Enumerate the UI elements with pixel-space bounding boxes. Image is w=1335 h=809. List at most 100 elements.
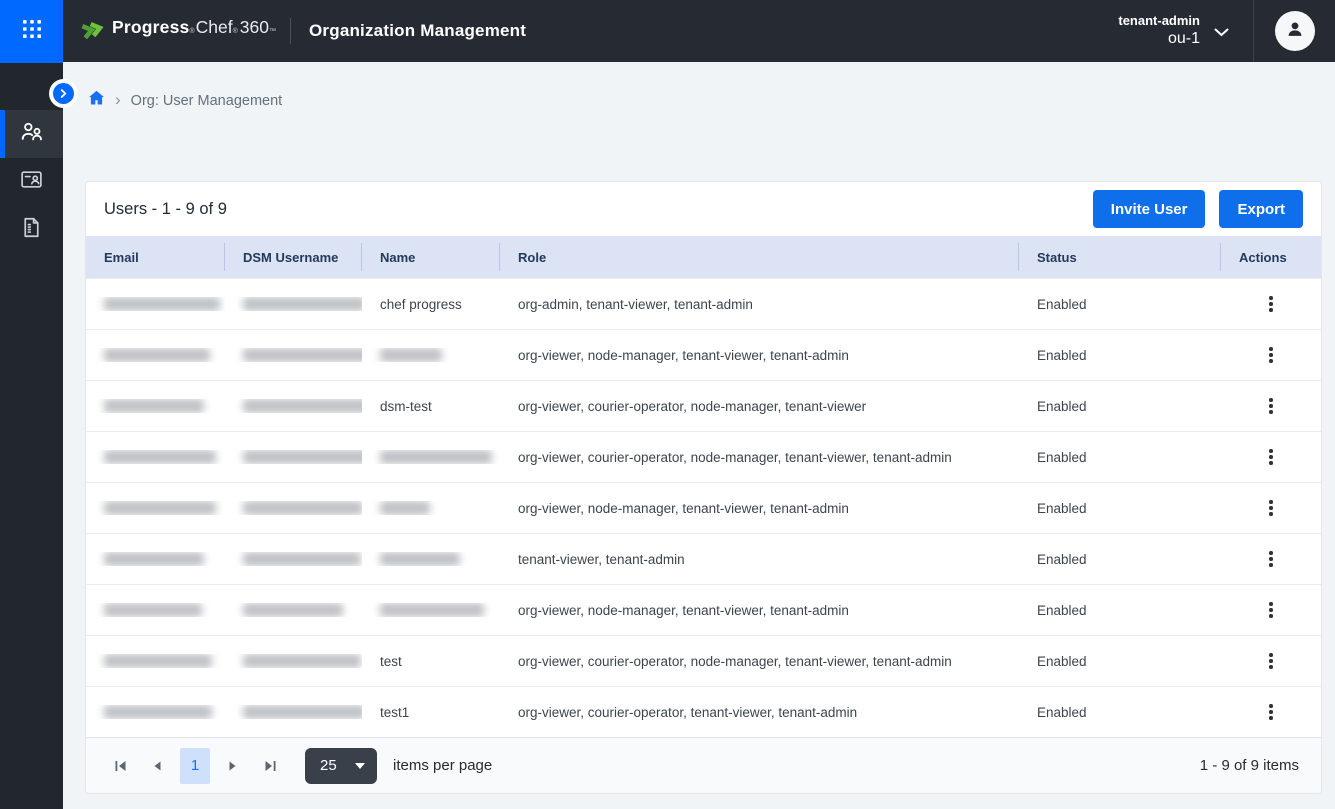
invite-user-button[interactable]: Invite User bbox=[1093, 190, 1206, 228]
breadcrumb: › Org: User Management bbox=[63, 62, 1335, 111]
previous-page-button[interactable] bbox=[143, 752, 171, 780]
caret-down-icon bbox=[355, 763, 365, 769]
table-row: dsm-test org-viewer, courier-operator, n… bbox=[86, 380, 1321, 431]
top-bar: Progress®Chef®360™ Organization Manageme… bbox=[0, 0, 1335, 62]
cell-role: org-viewer, node-manager, tenant-viewer,… bbox=[500, 348, 1019, 363]
redacted-dsm-username bbox=[243, 705, 362, 719]
cell-role: org-viewer, node-manager, tenant-viewer,… bbox=[500, 603, 1019, 618]
reg-mark: ® bbox=[189, 28, 194, 35]
table-row: org-viewer, node-manager, tenant-viewer,… bbox=[86, 584, 1321, 635]
document-icon bbox=[19, 215, 44, 245]
redacted-email bbox=[104, 603, 202, 617]
redacted-email bbox=[104, 297, 220, 311]
tenant-role-label: tenant-admin bbox=[1118, 13, 1200, 29]
row-actions-kebab-icon[interactable] bbox=[1259, 341, 1283, 369]
redacted-email bbox=[104, 552, 204, 566]
cell-status: Enabled bbox=[1019, 552, 1221, 567]
sidebar-item-roles[interactable] bbox=[0, 158, 63, 206]
cell-status: Enabled bbox=[1019, 399, 1221, 414]
cell-role: org-viewer, node-manager, tenant-viewer,… bbox=[500, 501, 1019, 516]
row-actions-kebab-icon[interactable] bbox=[1259, 494, 1283, 522]
page-number-button[interactable]: 1 bbox=[180, 748, 210, 784]
column-header-dsm-username: DSM Username bbox=[225, 236, 362, 278]
export-button[interactable]: Export bbox=[1219, 190, 1303, 228]
next-page-button[interactable] bbox=[219, 752, 247, 780]
org-unit-label: ou-1 bbox=[1118, 29, 1200, 49]
column-header-email: Email bbox=[86, 236, 225, 278]
table-row: test org-viewer, courier-operator, node-… bbox=[86, 635, 1321, 686]
table-row: org-viewer, courier-operator, node-manag… bbox=[86, 431, 1321, 482]
cell-role: org-viewer, courier-operator, node-manag… bbox=[500, 450, 1019, 465]
page-size-select[interactable]: 25 bbox=[305, 748, 377, 784]
items-per-page-label: items per page bbox=[393, 757, 492, 774]
cell-role: org-viewer, courier-operator, node-manag… bbox=[500, 654, 1019, 669]
cell-status: Enabled bbox=[1019, 705, 1221, 720]
last-page-button[interactable] bbox=[256, 752, 284, 780]
tenant-org-switcher[interactable]: tenant-admin ou-1 bbox=[1118, 13, 1229, 49]
cell-role: tenant-viewer, tenant-admin bbox=[500, 552, 1019, 567]
redacted-name bbox=[380, 603, 484, 617]
breadcrumb-current: Org: User Management bbox=[131, 93, 283, 109]
redacted-name bbox=[380, 501, 430, 515]
cell-status: Enabled bbox=[1019, 603, 1221, 618]
users-icon bbox=[19, 119, 45, 150]
app-launcher-button[interactable] bbox=[0, 0, 63, 63]
cell-role: org-viewer, courier-operator, tenant-vie… bbox=[500, 705, 1019, 720]
cell-name: dsm-test bbox=[362, 399, 500, 414]
left-nav-sidebar bbox=[0, 62, 63, 809]
column-header-status: Status bbox=[1019, 236, 1221, 278]
brand-progress: Progress bbox=[112, 17, 189, 38]
sidebar-item-user-management[interactable] bbox=[0, 110, 63, 158]
cell-role: org-viewer, courier-operator, node-manag… bbox=[500, 399, 1019, 414]
cell-name: test1 bbox=[362, 705, 500, 720]
page-size-value: 25 bbox=[320, 757, 337, 774]
cell-role: org-admin, tenant-viewer, tenant-admin bbox=[500, 297, 1019, 312]
chevron-right-icon bbox=[59, 85, 68, 103]
row-actions-kebab-icon[interactable] bbox=[1259, 392, 1283, 420]
breadcrumb-chevron: › bbox=[115, 91, 121, 108]
home-icon[interactable] bbox=[88, 90, 105, 111]
cell-name: test bbox=[362, 654, 500, 669]
user-avatar-button[interactable] bbox=[1275, 11, 1315, 51]
column-header-role: Role bbox=[500, 236, 1019, 278]
items-range-label: 1 - 9 of 9 items bbox=[1200, 757, 1299, 774]
redacted-email bbox=[104, 348, 210, 362]
column-header-name: Name bbox=[362, 236, 500, 278]
table-row: tenant-viewer, tenant-admin Enabled bbox=[86, 533, 1321, 584]
column-header-actions: Actions bbox=[1221, 236, 1321, 278]
row-actions-kebab-icon[interactable] bbox=[1259, 290, 1283, 318]
table-row: chef progress org-admin, tenant-viewer, … bbox=[86, 278, 1321, 329]
cell-status: Enabled bbox=[1019, 501, 1221, 516]
row-actions-kebab-icon[interactable] bbox=[1259, 596, 1283, 624]
cell-status: Enabled bbox=[1019, 348, 1221, 363]
users-count-title: Users - 1 - 9 of 9 bbox=[104, 200, 227, 219]
cell-status: Enabled bbox=[1019, 450, 1221, 465]
redacted-dsm-username bbox=[243, 552, 361, 566]
table-row: org-viewer, node-manager, tenant-viewer,… bbox=[86, 482, 1321, 533]
redacted-dsm-username bbox=[243, 450, 362, 464]
person-icon bbox=[1284, 18, 1306, 45]
users-panel: Users - 1 - 9 of 9 Invite User Export Em… bbox=[85, 181, 1322, 794]
redacted-name bbox=[380, 450, 492, 464]
brand-chef: Chef bbox=[196, 17, 233, 38]
redacted-dsm-username bbox=[243, 348, 362, 362]
brand-logo: Progress®Chef®360™ bbox=[80, 17, 276, 46]
row-actions-kebab-icon[interactable] bbox=[1259, 545, 1283, 573]
row-actions-kebab-icon[interactable] bbox=[1259, 698, 1283, 726]
redacted-dsm-username bbox=[243, 654, 361, 668]
pagination-bar: 1 25 items per page 1 - 9 of 9 items bbox=[86, 737, 1321, 793]
table-header-row: Email DSM Username Name Role Status Acti… bbox=[86, 236, 1321, 278]
progress-chevron-icon bbox=[77, 14, 107, 48]
redacted-dsm-username bbox=[243, 603, 343, 617]
sidebar-expand-button[interactable] bbox=[53, 83, 74, 104]
sidebar-item-audit[interactable] bbox=[0, 206, 63, 254]
waffle-grid-icon bbox=[21, 18, 43, 45]
cell-status: Enabled bbox=[1019, 654, 1221, 669]
redacted-email bbox=[104, 705, 212, 719]
row-actions-kebab-icon[interactable] bbox=[1259, 443, 1283, 471]
row-actions-kebab-icon[interactable] bbox=[1259, 647, 1283, 675]
chevron-down-icon bbox=[1214, 24, 1229, 42]
cell-name: chef progress bbox=[362, 297, 500, 312]
redacted-dsm-username bbox=[243, 399, 362, 413]
first-page-button[interactable] bbox=[106, 752, 134, 780]
